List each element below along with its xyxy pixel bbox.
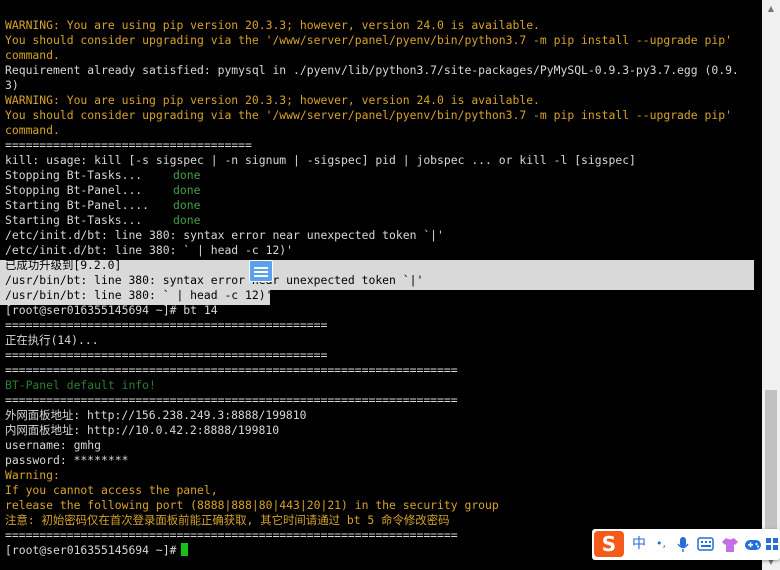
panel-username: username: gmhg [5, 438, 102, 452]
warning-line: If you cannot access the panel, [5, 483, 218, 497]
terminal-output: WARNING: You are using pip version 20.3.… [5, 18, 761, 558]
vertical-scrollbar[interactable]: ▲ ▼ [762, 0, 780, 570]
microphone-icon[interactable] [676, 536, 690, 553]
warning-line: release the following port (8888|888|80|… [5, 498, 499, 512]
status-done: done [173, 213, 201, 227]
terminal-line: You should consider upgrading via the '/… [5, 108, 732, 122]
terminal-line: kill: usage: kill [-s sigspec | -n signu… [5, 153, 636, 167]
grid-icon[interactable] [765, 537, 779, 551]
terminal-line: ========================================… [5, 318, 328, 332]
status-done: done [173, 198, 201, 212]
terminal-line: command. [5, 123, 60, 137]
terminal-line: 3) [5, 78, 19, 92]
terminal-line: /etc/init.d/bt: line 380: syntax error n… [5, 228, 444, 242]
terminal-line: ========================================… [5, 348, 328, 362]
terminal-line: You should consider upgrading via the '/… [5, 33, 732, 47]
selected-line[interactable]: /usr/bin/bt: line 380: ` | head -c 12)' [5, 288, 761, 303]
panel-info-title: BT-Panel default info! [5, 378, 156, 392]
terminal-line: ========================================… [5, 393, 458, 407]
panel-password: password: ******** [5, 453, 129, 467]
terminal-line: command. [5, 48, 60, 62]
scroll-up-arrow[interactable]: ▲ [762, 0, 780, 17]
terminal-line: ==================================== [5, 138, 252, 152]
game-icon[interactable] [744, 537, 762, 552]
terminal-line: WARNING: You are using pip version 20.3.… [5, 18, 540, 32]
prompt: [root@ser016355145694 ~]# [5, 543, 177, 557]
sogou-logo-icon[interactable]: S [594, 531, 624, 557]
internal-panel-address: 内网面板地址: http://10.0.42.2:8888/199810 [5, 423, 280, 437]
status-label: Stopping Bt-Panel... [5, 183, 143, 197]
command-line: [root@ser016355145694 ~]# bt 14 [5, 303, 218, 317]
warning-line: 注意: 初始密码仅在首次登录面板前能正确获取, 其它时间请通过 bt 5 命令修… [5, 513, 450, 527]
terminal-status-line: Starting Bt-Panel.... done [5, 198, 761, 213]
selected-line[interactable]: 已成功升级到[9.2.0] [5, 258, 761, 273]
status-done: done [173, 183, 201, 197]
input-method-toolbar[interactable]: S 中 •, [592, 529, 780, 560]
selected-line[interactable]: /usr/bin/bt: line 380: syntax error near… [5, 273, 761, 288]
warning-line: Warning: [5, 468, 60, 482]
terminal-line: ========================================… [5, 363, 458, 377]
terminal-status-line: Stopping Bt-Tasks... done [5, 168, 761, 183]
scroll-thumb[interactable] [765, 390, 777, 538]
status-label: Stopping Bt-Tasks... [5, 168, 143, 182]
terminal-status-line: Stopping Bt-Panel... done [5, 183, 761, 198]
keyboard-icon[interactable] [697, 537, 714, 551]
shirt-icon[interactable] [721, 536, 739, 553]
terminal-line: 正在执行(14)... [5, 333, 99, 347]
status-label: Starting Bt-Panel.... [5, 198, 150, 212]
terminal-line: WARNING: You are using pip version 20.3.… [5, 93, 540, 107]
language-mode-button[interactable]: 中 [629, 535, 649, 553]
punctuation-button[interactable]: •, [652, 535, 670, 553]
terminal-window[interactable]: WARNING: You are using pip version 20.3.… [0, 0, 762, 570]
text-cursor [181, 543, 189, 556]
terminal-line: Requirement already satisfied: pymysql i… [5, 63, 739, 77]
status-done: done [173, 168, 201, 182]
terminal-line: /etc/init.d/bt: line 380: ` | head -c 12… [5, 243, 294, 257]
terminal-status-line: Starting Bt-Tasks... done [5, 213, 761, 228]
note-icon[interactable] [249, 260, 273, 282]
status-label: Starting Bt-Tasks... [5, 213, 143, 227]
external-panel-address: 外网面板地址: http://156.238.249.3:8888/199810 [5, 408, 307, 422]
